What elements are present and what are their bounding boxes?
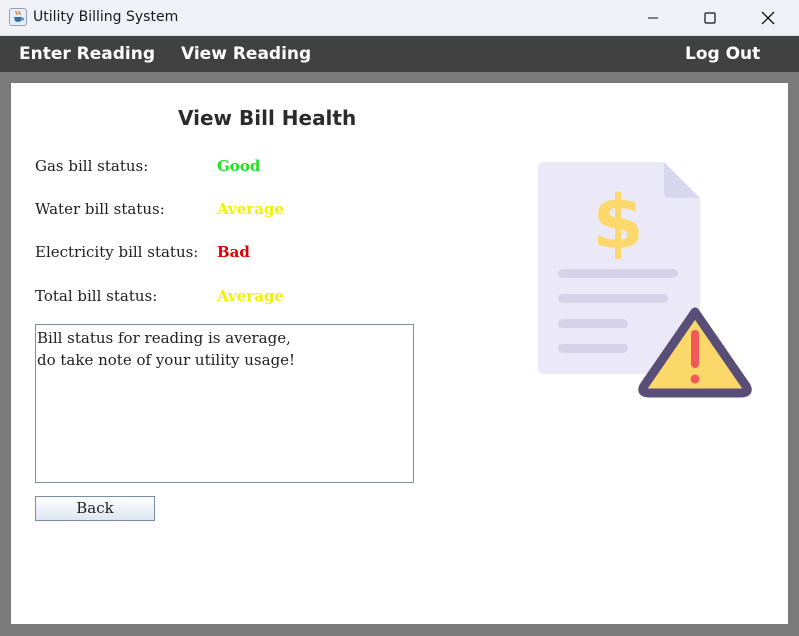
title-bar: Utility Billing System: [0, 0, 799, 36]
maximize-button[interactable]: [687, 0, 733, 36]
close-icon: [761, 11, 775, 25]
java-cup-icon: [9, 8, 27, 26]
electricity-status-label: Electricity bill status:: [35, 243, 199, 261]
gas-status-label: Gas bill status:: [35, 157, 149, 175]
minimize-button[interactable]: [630, 0, 676, 36]
menu-view-reading[interactable]: View Reading: [181, 36, 311, 72]
svg-text:$: $: [592, 180, 644, 266]
menu-enter-reading[interactable]: Enter Reading: [19, 36, 155, 72]
total-status-value: Average: [217, 287, 284, 305]
back-button[interactable]: Back: [35, 496, 155, 521]
maximize-icon: [704, 12, 716, 24]
window-title: Utility Billing System: [33, 9, 179, 25]
minimize-icon: [648, 17, 658, 19]
menu-bar: Enter Reading View Reading Log Out: [0, 36, 799, 72]
content-panel: View Bill Health Gas bill status: Good W…: [11, 83, 788, 624]
page-title: View Bill Health: [178, 106, 357, 130]
close-button[interactable]: [745, 0, 791, 36]
menu-log-out[interactable]: Log Out: [685, 36, 760, 72]
bill-warning-icon: $: [538, 162, 752, 398]
water-status-value: Average: [217, 200, 284, 218]
status-message-textarea[interactable]: Bill status for reading is average, do t…: [35, 324, 414, 483]
gas-status-value: Good: [217, 157, 261, 175]
electricity-status-value: Bad: [217, 243, 250, 261]
total-status-label: Total bill status:: [35, 287, 158, 305]
water-status-label: Water bill status:: [35, 200, 165, 218]
